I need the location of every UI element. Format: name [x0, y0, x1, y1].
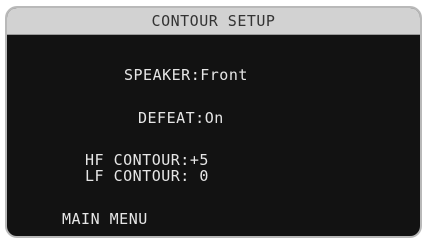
- speaker-label: SPEAKER:: [124, 66, 201, 84]
- title-bar: CONTOUR SETUP: [7, 8, 420, 35]
- defeat-value: On: [204, 109, 224, 127]
- defeat-label: DEFEAT:: [138, 109, 205, 127]
- defeat-setting[interactable]: DEFEAT:On: [138, 110, 224, 127]
- lf-contour-setting[interactable]: LF CONTOUR: 0: [85, 168, 209, 185]
- main-menu-item[interactable]: MAIN MENU: [62, 211, 148, 228]
- lf-contour-label: LF CONTOUR:: [85, 167, 190, 185]
- speaker-setting[interactable]: SPEAKER:Front: [124, 67, 248, 84]
- osd-screen: CONTOUR SETUP SPEAKER:Front DEFEAT:On HF…: [5, 6, 422, 238]
- lf-contour-value: 0: [189, 167, 209, 185]
- screen-title: CONTOUR SETUP: [151, 12, 276, 30]
- speaker-value: Front: [200, 66, 248, 84]
